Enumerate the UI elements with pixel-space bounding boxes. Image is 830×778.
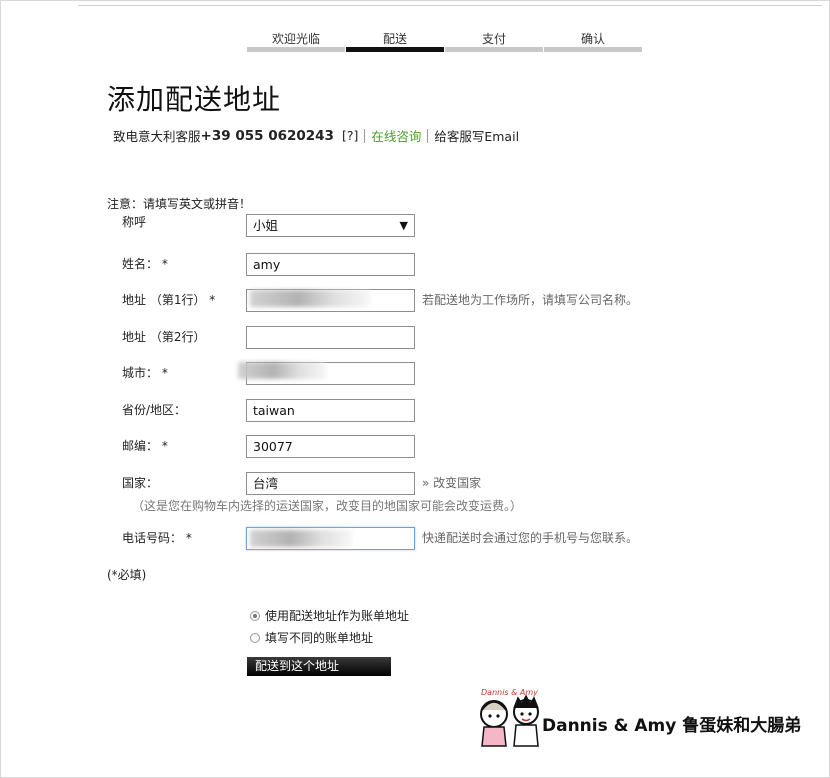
phone-label: 电话号码： *: [122, 531, 192, 545]
step-shipping[interactable]: 配送: [346, 32, 444, 52]
billing-option-same[interactable]: 使用配送地址作为账单地址: [250, 607, 409, 624]
salutation-value: 小姐: [253, 218, 279, 233]
address2-input[interactable]: [246, 326, 415, 349]
step-label: 欢迎光临: [271, 32, 320, 46]
name-input[interactable]: amy: [246, 253, 415, 276]
radio-unselected-icon[interactable]: [250, 632, 260, 643]
contact-prefix: 致电意大利客服: [113, 129, 201, 144]
ship-to-address-button[interactable]: 配送到这个地址: [247, 657, 391, 676]
name-label: 姓名： *: [122, 257, 168, 271]
phone-hint: 快递配送时会通过您的手机号与您联系。: [422, 531, 639, 545]
separator: [427, 128, 429, 143]
separator: [364, 128, 366, 143]
country-label: 国家：: [122, 476, 159, 490]
step-welcome[interactable]: 欢迎光临: [247, 32, 345, 52]
step-payment[interactable]: 支付: [445, 32, 543, 52]
address2-label: 地址 （第2行）: [122, 330, 206, 344]
province-label: 省份/地区：: [122, 403, 187, 417]
zip-input[interactable]: 30077: [246, 435, 415, 458]
address1-hint: 若配送地为工作场所，请填写公司名称。: [422, 293, 639, 307]
email-link[interactable]: 给客服写Email: [434, 126, 519, 145]
step-label: 配送: [382, 32, 407, 46]
name-value: amy: [253, 257, 281, 272]
help-link[interactable]: [?]: [342, 128, 358, 143]
salutation-label: 称呼: [122, 215, 147, 229]
province-input[interactable]: taiwan: [246, 399, 415, 422]
country-input: 台湾: [246, 472, 415, 495]
redacted-city: [238, 362, 326, 379]
step-label: 确认: [580, 32, 605, 46]
required-note: (*必填): [107, 568, 147, 582]
province-value: taiwan: [253, 403, 295, 418]
watermark-badge: Dannis & Amy: [481, 688, 538, 697]
step-bar: [346, 47, 444, 52]
change-country-link[interactable]: » 改变国家: [422, 474, 481, 491]
radio-selected-icon[interactable]: [250, 610, 260, 621]
top-divider: [78, 5, 822, 6]
checkout-steps: 欢迎光临 配送 支付 确认: [247, 32, 643, 52]
zip-label: 邮编： *: [122, 439, 168, 453]
billing-option-label: 使用配送地址作为账单地址: [265, 609, 410, 623]
notice-text: 注意：请填写英文或拼音！: [107, 197, 252, 211]
redacted-address: [250, 290, 370, 307]
country-value: 台湾: [253, 476, 279, 491]
step-bar: [247, 47, 345, 52]
page-title: 添加配送地址: [107, 83, 282, 116]
step-bar: [544, 47, 642, 52]
redacted-phone: [250, 530, 352, 547]
country-note: （这是您在购物车内选择的运送国家，改变目的地国家可能会改变运费。）: [132, 499, 523, 513]
step-label: 支付: [481, 32, 506, 46]
watermark-text: Dannis & Amy 鲁蛋妹和大腸弟: [542, 716, 802, 736]
step-confirm[interactable]: 确认: [544, 32, 642, 52]
billing-option-other[interactable]: 填写不同的账单地址: [250, 629, 373, 646]
contact-bar: 致电意大利客服 +39 055 0620243 [?] 在线咨询 给客服写Ema…: [113, 126, 519, 145]
billing-option-label: 填写不同的账单地址: [265, 631, 374, 645]
address1-label: 地址 （第1行） *: [122, 293, 216, 307]
zip-value: 30077: [253, 439, 293, 454]
contact-phone: +39 055 0620243: [200, 127, 334, 144]
chevron-down-icon: ▼: [399, 219, 408, 232]
city-label: 城市： *: [122, 366, 168, 380]
live-chat-link[interactable]: 在线咨询: [371, 126, 421, 145]
salutation-select[interactable]: 小姐 ▼: [246, 214, 415, 237]
step-bar: [445, 47, 543, 52]
